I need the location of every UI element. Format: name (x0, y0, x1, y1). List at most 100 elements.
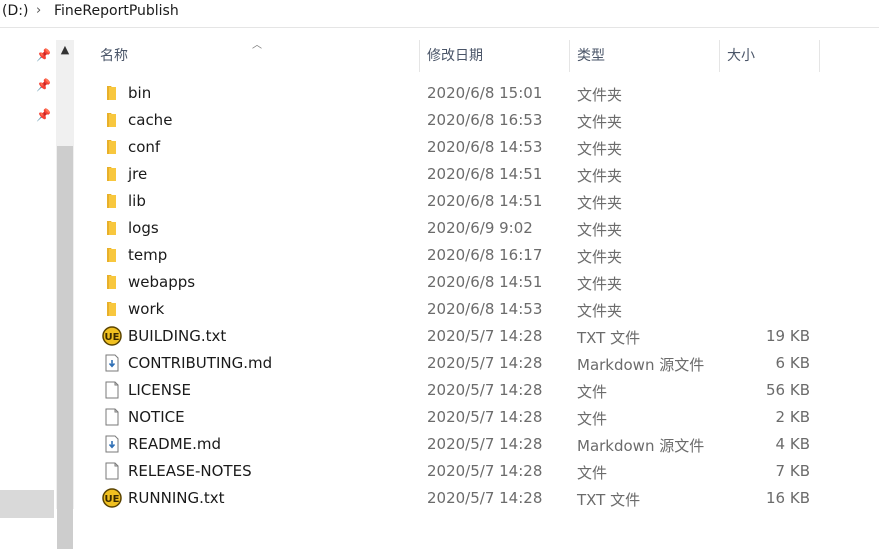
ue-text-icon: UE (102, 488, 122, 508)
folder-icon (102, 110, 122, 130)
scrollbar-thumb[interactable] (57, 146, 73, 549)
column-header-date[interactable]: 修改日期 (427, 40, 483, 72)
file-date: 2020/6/8 14:51 (427, 192, 543, 210)
chevron-right-icon[interactable]: › (36, 3, 41, 18)
column-header-row: ︿ 名称 修改日期 类型 大小 (74, 40, 879, 72)
pin-icon[interactable]: 📌 (36, 48, 51, 62)
folder-icon (102, 137, 122, 157)
file-row[interactable]: LICENSE 2020/5/7 14:28 文件 56 KB (96, 377, 856, 404)
file-size: 56 KB (766, 381, 810, 399)
file-type: 文件夹 (577, 86, 623, 104)
svg-text:UE: UE (105, 494, 120, 505)
sort-ascending-icon: ︿ (252, 40, 262, 51)
pin-icon[interactable]: 📌 (36, 108, 51, 122)
file-name: work (128, 300, 165, 318)
divider (0, 27, 879, 28)
file-size: 6 KB (775, 354, 810, 372)
blank-file-icon (102, 407, 122, 427)
folder-icon (102, 218, 122, 238)
file-date: 2020/5/7 14:28 (427, 354, 543, 372)
file-size: 4 KB (775, 435, 810, 453)
file-row[interactable]: webapps 2020/6/8 14:51 文件夹 (96, 269, 856, 296)
folder-icon (102, 191, 122, 211)
file-date: 2020/5/7 14:28 (427, 408, 543, 426)
file-date: 2020/6/8 14:53 (427, 138, 543, 156)
file-date: 2020/5/7 14:28 (427, 435, 543, 453)
file-row[interactable]: UE RUNNING.txt 2020/5/7 14:28 TXT 文件 16 KB (96, 485, 856, 512)
folder-icon (102, 272, 122, 292)
file-date: 2020/6/8 15:01 (427, 84, 543, 102)
file-name: jre (128, 165, 148, 183)
column-header-name[interactable]: 名称 (100, 40, 128, 72)
file-name: BUILDING.txt (128, 327, 227, 345)
column-divider[interactable] (819, 40, 820, 72)
file-name: RELEASE-NOTES (128, 462, 252, 480)
file-type: 文件夹 (577, 248, 623, 266)
column-divider[interactable] (719, 40, 720, 72)
folder-icon (102, 299, 122, 319)
nav-selected-item[interactable] (0, 490, 54, 518)
file-row[interactable]: bin 2020/6/8 15:01 文件夹 (96, 80, 856, 107)
navigation-pane[interactable]: 📌 📌 📌 (0, 40, 56, 518)
folder-icon (102, 245, 122, 265)
file-row[interactable]: RELEASE-NOTES 2020/5/7 14:28 文件 7 KB (96, 458, 856, 485)
file-row[interactable]: CONTRIBUTING.md 2020/5/7 14:28 Markdown 源文… (96, 350, 856, 377)
file-type: 文件 (577, 464, 608, 482)
file-row[interactable]: conf 2020/6/8 14:53 文件夹 (96, 134, 856, 161)
file-name: temp (128, 246, 168, 264)
file-type: 文件夹 (577, 194, 623, 212)
file-type: 文件 (577, 383, 608, 401)
vertical-scrollbar[interactable]: ▲ (56, 40, 74, 549)
column-header-size[interactable]: 大小 (727, 40, 755, 72)
breadcrumb-drive[interactable]: (D:) (2, 3, 28, 19)
file-date: 2020/6/8 14:51 (427, 165, 543, 183)
file-type: 文件夹 (577, 302, 623, 320)
file-row[interactable]: NOTICE 2020/5/7 14:28 文件 2 KB (96, 404, 856, 431)
svg-text:UE: UE (105, 332, 120, 343)
file-row[interactable]: logs 2020/6/9 9:02 文件夹 (96, 215, 856, 242)
file-row[interactable]: work 2020/6/8 14:53 文件夹 (96, 296, 856, 323)
file-name: LICENSE (128, 381, 191, 399)
address-bar[interactable]: (D:) › FineReportPublish (0, 0, 879, 26)
folder-icon (102, 164, 122, 184)
file-row[interactable]: temp 2020/6/8 16:17 文件夹 (96, 242, 856, 269)
file-name: logs (128, 219, 159, 237)
markdown-icon (102, 434, 122, 454)
file-type: 文件夹 (577, 275, 623, 293)
file-name: webapps (128, 273, 196, 291)
file-name: CONTRIBUTING.md (128, 354, 273, 372)
file-date: 2020/5/7 14:28 (427, 327, 543, 345)
ue-text-icon: UE (102, 326, 122, 346)
column-divider[interactable] (419, 40, 420, 72)
file-row[interactable]: UE BUILDING.txt 2020/5/7 14:28 TXT 文件 19 KB (96, 323, 856, 350)
pin-icon[interactable]: 📌 (36, 78, 51, 92)
file-type: Markdown 源文件 (577, 356, 705, 374)
file-size: 2 KB (775, 408, 810, 426)
file-date: 2020/6/8 16:17 (427, 246, 543, 264)
file-size: 7 KB (775, 462, 810, 480)
file-row[interactable]: cache 2020/6/8 16:53 文件夹 (96, 107, 856, 134)
file-name: NOTICE (128, 408, 185, 426)
scroll-up-arrow-icon[interactable]: ▲ (59, 42, 71, 58)
markdown-icon (102, 353, 122, 373)
file-name: RUNNING.txt (128, 489, 225, 507)
file-type: 文件夹 (577, 167, 623, 185)
file-row[interactable]: README.md 2020/5/7 14:28 Markdown 源文件 4 KB (96, 431, 856, 458)
file-size: 16 KB (766, 489, 810, 507)
file-date: 2020/6/8 14:51 (427, 273, 543, 291)
file-row[interactable]: jre 2020/6/8 14:51 文件夹 (96, 161, 856, 188)
folder-icon (102, 83, 122, 103)
file-date: 2020/6/8 16:53 (427, 111, 543, 129)
file-date: 2020/6/8 14:53 (427, 300, 543, 318)
file-date: 2020/5/7 14:28 (427, 489, 543, 507)
column-header-type[interactable]: 类型 (577, 40, 605, 72)
blank-file-icon (102, 380, 122, 400)
file-type: 文件夹 (577, 221, 623, 239)
file-date: 2020/6/9 9:02 (427, 219, 533, 237)
file-type: TXT 文件 (577, 491, 641, 509)
file-name: lib (128, 192, 146, 210)
breadcrumb-folder[interactable]: FineReportPublish (54, 3, 179, 19)
column-divider[interactable] (569, 40, 570, 72)
file-row[interactable]: lib 2020/6/8 14:51 文件夹 (96, 188, 856, 215)
file-name: conf (128, 138, 161, 156)
